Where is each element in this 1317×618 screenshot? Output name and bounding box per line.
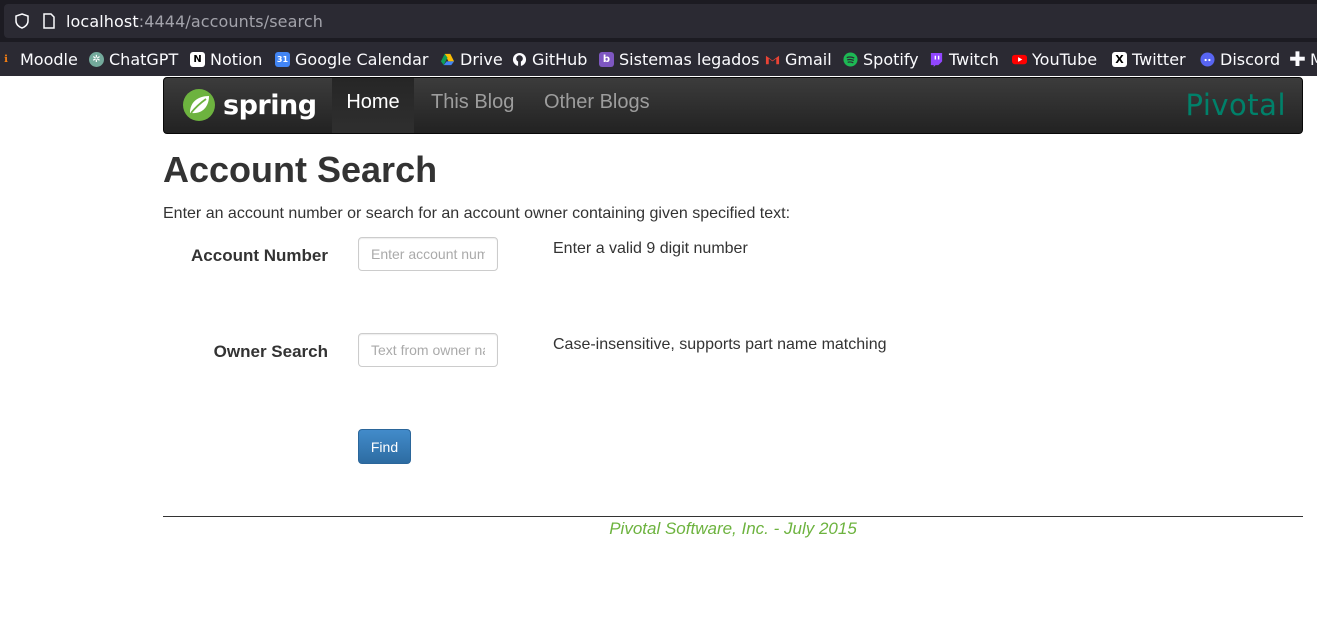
youtube-icon bbox=[1012, 54, 1027, 64]
bookmark-label: Gmail bbox=[785, 49, 832, 69]
account-number-label: Account Number bbox=[191, 246, 328, 265]
bookmark-google-calendar[interactable]: 31 Google Calendar bbox=[275, 49, 428, 69]
account-number-help: Enter a valid 9 digit number bbox=[553, 240, 748, 257]
bookmark-more[interactable]: ✚ M bbox=[1289, 47, 1317, 71]
footer-divider bbox=[163, 516, 1303, 517]
chatgpt-icon: ✲ bbox=[89, 51, 104, 67]
bookmark-label: Twitch bbox=[949, 49, 999, 69]
plus-icon: ✚ bbox=[1289, 47, 1306, 71]
bookmark-label: YouTube bbox=[1032, 49, 1098, 69]
bookmark-label: Twitter bbox=[1132, 49, 1186, 69]
page-title: Account Search bbox=[163, 149, 438, 190]
bookmark-label: Sistemas legados bbox=[619, 49, 760, 69]
nav-home[interactable]: Home bbox=[332, 78, 414, 133]
nav-this-blog[interactable]: This Blog bbox=[431, 78, 514, 133]
twitch-icon bbox=[930, 52, 943, 67]
owner-search-input[interactable] bbox=[358, 333, 498, 367]
spotify-icon bbox=[843, 51, 858, 67]
footer-text: Pivotal Software, Inc. - July 2015 bbox=[609, 519, 857, 538]
bookmark-spotify[interactable]: Spotify bbox=[843, 49, 919, 69]
bookmark-label: Moodle bbox=[20, 49, 78, 69]
bookmark-label: Drive bbox=[460, 49, 503, 69]
find-button[interactable]: Find bbox=[358, 429, 411, 464]
bookmark-label: M bbox=[1310, 49, 1317, 69]
bookmark-moodle[interactable]: ℹ Moodle bbox=[0, 49, 78, 69]
nav-other-blogs[interactable]: Other Blogs bbox=[544, 78, 650, 133]
pivotal-logo[interactable]: Pivotal bbox=[1185, 88, 1286, 122]
url-path: :4444/accounts/search bbox=[138, 12, 323, 31]
page-info-icon[interactable] bbox=[42, 13, 56, 29]
bookmark-discord[interactable]: Discord bbox=[1200, 49, 1280, 69]
bookmarks-bar: ℹ Moodle ✲ ChatGPT N Notion 31 Google Calend… bbox=[0, 42, 1317, 76]
bookmark-twitch[interactable]: Twitch bbox=[929, 49, 999, 69]
bookmark-sistemas-legados[interactable]: b Sistemas legados bbox=[599, 49, 759, 69]
google-calendar-icon: 31 bbox=[275, 51, 290, 67]
drive-icon bbox=[440, 53, 455, 65]
bookmark-github[interactable]: GitHub bbox=[512, 49, 587, 69]
owner-search-label: Owner Search bbox=[213, 342, 328, 361]
spring-leaf-icon bbox=[183, 89, 215, 121]
bookmark-label: GitHub bbox=[532, 49, 588, 69]
address-bar[interactable]: localhost:4444/accounts/search bbox=[4, 4, 1317, 38]
discord-icon bbox=[1200, 51, 1215, 67]
bookmark-label: Notion bbox=[210, 49, 263, 69]
bookmark-chatgpt[interactable]: ✲ ChatGPT bbox=[89, 49, 178, 69]
bookmark-label: Google Calendar bbox=[295, 49, 429, 69]
gmail-icon bbox=[765, 55, 780, 64]
bookmark-gmail[interactable]: Gmail bbox=[765, 49, 832, 69]
moodle-icon: ℹ bbox=[4, 53, 8, 65]
sistemas-legados-icon: b bbox=[599, 51, 614, 67]
bookmark-label: Discord bbox=[1220, 49, 1281, 69]
bookmark-twitter[interactable]: X Twitter bbox=[1112, 49, 1186, 69]
intro-text: Enter an account number or search for an… bbox=[163, 205, 791, 222]
twitter-x-icon: X bbox=[1112, 51, 1127, 67]
bookmark-notion[interactable]: N Notion bbox=[190, 49, 262, 69]
owner-search-help: Case-insensitive, supports part name mat… bbox=[553, 336, 887, 353]
url-host: localhost bbox=[66, 12, 139, 31]
browser-toolbar: localhost:4444/accounts/search bbox=[0, 0, 1317, 42]
brand-name: spring bbox=[223, 89, 317, 121]
top-navbar: spring Home This Blog Other Blogs Pivota… bbox=[163, 77, 1303, 134]
bookmark-label: ChatGPT bbox=[109, 49, 179, 69]
bookmark-youtube[interactable]: YouTube bbox=[1012, 49, 1097, 69]
spring-logo[interactable]: spring bbox=[182, 87, 317, 123]
bookmark-drive[interactable]: Drive bbox=[440, 49, 503, 69]
github-icon bbox=[512, 52, 527, 66]
tracking-shield-icon[interactable] bbox=[14, 13, 30, 29]
url-text[interactable]: localhost:4444/accounts/search bbox=[66, 12, 323, 31]
bookmark-label: Spotify bbox=[863, 49, 919, 69]
account-number-input[interactable] bbox=[358, 237, 498, 271]
notion-icon: N bbox=[190, 51, 205, 67]
